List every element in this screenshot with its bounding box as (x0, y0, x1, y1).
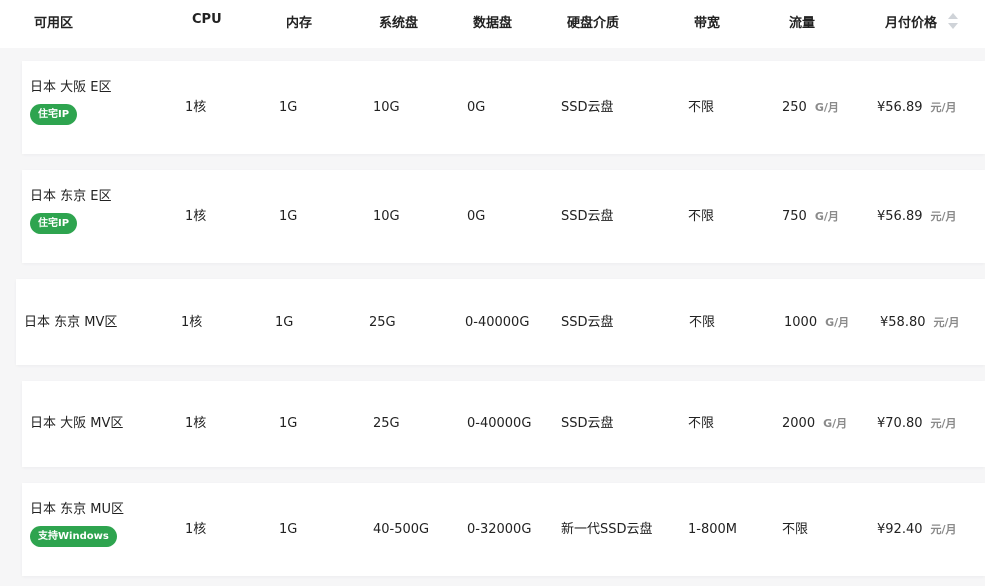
price-amount: ¥92.40 (877, 522, 923, 537)
header-zone: 可用区 (34, 16, 74, 31)
zone-name: 日本 东京 MV区 (24, 315, 118, 330)
zone-name: 日本 大阪 E区 (30, 80, 112, 95)
table-row[interactable]: 日本 大阪 E区 住宅IP 1核 1G 10G 0G SSD云盘 不限 250 G… (22, 61, 985, 154)
table-header: 可用区 CPU 内存 系统盘 数据盘 硬盘介质 带宽 流量 月付价格 (0, 0, 985, 48)
price-value: ¥92.40 元/月 (877, 522, 957, 538)
table-row[interactable]: 日本 东京 E区 住宅IP 1核 1G 10G 0G SSD云盘 不限 750 G… (22, 170, 985, 263)
data-disk-value: 0G (467, 209, 486, 224)
price-amount: ¥70.80 (877, 416, 923, 431)
cpu-value: 1核 (185, 209, 207, 224)
price-value: ¥58.80 元/月 (880, 315, 960, 331)
price-unit: 元/月 (930, 210, 957, 223)
cpu-value: 1核 (185, 522, 207, 537)
memory-value: 1G (279, 522, 298, 537)
memory-value: 1G (275, 315, 294, 330)
cpu-value: 1核 (181, 315, 203, 330)
price-amount: ¥58.80 (880, 315, 926, 330)
bandwidth-value: 不限 (688, 209, 715, 224)
disk-media-value: 新一代SSD云盘 (561, 522, 653, 537)
system-disk-value: 25G (369, 315, 396, 330)
traffic-unit: G/月 (825, 316, 850, 329)
price-amount: ¥56.89 (877, 209, 923, 224)
bandwidth-value: 1-800M (688, 522, 737, 537)
traffic-value: 1000 G/月 (784, 315, 849, 331)
traffic-unit: G/月 (814, 210, 839, 223)
system-disk-value: 40-500G (373, 522, 430, 537)
table-row[interactable]: 日本 东京 MV区 1核 1G 25G 0-40000G SSD云盘 不限 10… (16, 279, 985, 365)
disk-media-value: SSD云盘 (561, 416, 614, 431)
header-bandwidth: 带宽 (694, 16, 721, 31)
traffic-value: 不限 (782, 522, 809, 537)
windows-support-badge: 支持Windows (30, 526, 117, 547)
memory-value: 1G (279, 100, 298, 115)
traffic-unit: G/月 (814, 101, 839, 114)
memory-value: 1G (279, 416, 298, 431)
header-memory: 内存 (286, 16, 313, 31)
sort-ascending-icon[interactable] (948, 13, 958, 19)
table-row[interactable]: 日本 东京 MU区 支持Windows 1核 1G 40-500G 0-3200… (22, 483, 985, 576)
price-value: ¥70.80 元/月 (877, 416, 957, 432)
disk-media-value: SSD云盘 (561, 100, 614, 115)
traffic-unit: G/月 (823, 417, 848, 430)
bandwidth-value: 不限 (688, 416, 715, 431)
header-data-disk: 数据盘 (473, 16, 513, 31)
price-unit: 元/月 (930, 417, 957, 430)
price-value: ¥56.89 元/月 (877, 100, 957, 116)
data-disk-value: 0-40000G (467, 416, 532, 431)
disk-media-value: SSD云盘 (561, 315, 614, 330)
residential-ip-badge: 住宅IP (30, 213, 78, 234)
disk-media-value: SSD云盘 (561, 209, 614, 224)
price-amount: ¥56.89 (877, 100, 923, 115)
sort-icon[interactable] (948, 13, 958, 31)
table-row[interactable]: 日本 大阪 MV区 1核 1G 25G 0-40000G SSD云盘 不限 20… (22, 381, 985, 467)
traffic-amount: 1000 (784, 315, 818, 330)
header-price[interactable]: 月付价格 (885, 12, 937, 31)
residential-ip-badge: 住宅IP (30, 104, 78, 125)
data-disk-value: 0-40000G (465, 315, 530, 330)
system-disk-value: 10G (373, 100, 400, 115)
header-system-disk: 系统盘 (379, 16, 419, 31)
bandwidth-value: 不限 (689, 315, 716, 330)
zone-name: 日本 东京 MU区 (30, 502, 124, 517)
zone-name: 日本 东京 E区 (30, 189, 112, 204)
traffic-amount: 750 (782, 209, 807, 224)
price-unit: 元/月 (930, 523, 957, 536)
zone-name: 日本 大阪 MV区 (30, 416, 124, 431)
system-disk-value: 10G (373, 209, 400, 224)
traffic-amount: 2000 (782, 416, 816, 431)
price-unit: 元/月 (933, 316, 960, 329)
data-disk-value: 0G (467, 100, 486, 115)
price-value: ¥56.89 元/月 (877, 209, 957, 225)
system-disk-value: 25G (373, 416, 400, 431)
bandwidth-value: 不限 (688, 100, 715, 115)
traffic-amount: 250 (782, 100, 807, 115)
header-cpu: CPU (192, 12, 222, 27)
header-traffic: 流量 (789, 16, 816, 31)
cpu-value: 1核 (185, 100, 207, 115)
header-disk-media: 硬盘介质 (567, 16, 620, 31)
data-disk-value: 0-32000G (467, 522, 532, 537)
traffic-value: 2000 G/月 (782, 416, 847, 432)
traffic-value: 250 G/月 (782, 100, 839, 116)
price-unit: 元/月 (930, 101, 957, 114)
memory-value: 1G (279, 209, 298, 224)
sort-descending-icon[interactable] (948, 23, 958, 29)
cpu-value: 1核 (185, 416, 207, 431)
traffic-value: 750 G/月 (782, 209, 839, 225)
